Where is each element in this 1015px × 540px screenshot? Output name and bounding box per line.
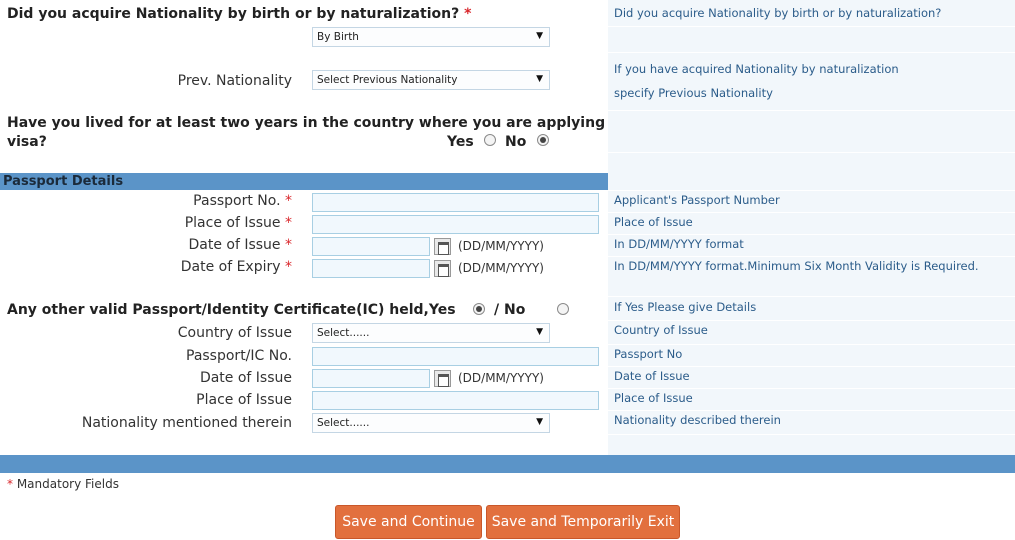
required-marker: * bbox=[285, 215, 292, 231]
help-divider bbox=[608, 366, 1015, 367]
help-other-passport: If Yes Please give Details bbox=[614, 300, 757, 314]
help-prev-nationality-2: specify Previous Nationality bbox=[614, 86, 773, 100]
calendar-icon[interactable] bbox=[434, 238, 451, 255]
help-nationality-therein: Nationality described therein bbox=[614, 413, 781, 427]
passport-section-header: Passport Details bbox=[0, 173, 608, 190]
other-date-of-issue-input[interactable] bbox=[312, 369, 430, 388]
lived-yes-label: Yes bbox=[447, 134, 474, 150]
other-passport-no-radio[interactable] bbox=[557, 303, 569, 315]
help-divider bbox=[608, 388, 1015, 389]
place-of-issue-label-text: Place of Issue bbox=[184, 215, 281, 231]
calendar-icon[interactable] bbox=[434, 370, 451, 387]
nationality-therein-value: Select...... bbox=[317, 417, 370, 429]
date-of-expiry-label-text: Date of Expiry bbox=[180, 259, 281, 275]
help-passport-no: Applicant's Passport Number bbox=[614, 193, 780, 207]
place-of-issue-label: Place of Issue * bbox=[0, 215, 292, 231]
help-other-place-of-issue: Place of Issue bbox=[614, 391, 693, 405]
lived-no-label: No bbox=[505, 134, 527, 150]
nationality-therein-label: Nationality mentioned therein bbox=[81, 415, 292, 431]
help-divider bbox=[608, 434, 1015, 435]
date-of-issue-input[interactable] bbox=[312, 237, 430, 256]
passport-no-label: Passport No. * bbox=[0, 193, 292, 209]
other-place-of-issue-input[interactable] bbox=[312, 391, 599, 410]
nationality-type-select[interactable]: By Birth ▼ bbox=[312, 27, 550, 47]
lived-no-radio[interactable] bbox=[537, 134, 549, 146]
other-passport-no-label: / No bbox=[494, 302, 526, 318]
passport-no-input[interactable] bbox=[312, 193, 599, 212]
help-divider bbox=[608, 234, 1015, 235]
help-divider bbox=[608, 190, 1015, 191]
other-passport-yes-radio[interactable] bbox=[473, 303, 485, 315]
help-place-of-issue: Place of Issue bbox=[614, 215, 693, 229]
required-marker: * bbox=[285, 193, 292, 209]
help-divider bbox=[608, 152, 1015, 153]
required-marker: * bbox=[285, 237, 292, 253]
help-nationality: Did you acquire Nationality by birth or … bbox=[614, 6, 942, 20]
help-prev-nationality-1: If you have acquired Nationality by natu… bbox=[614, 62, 899, 76]
passport-section-title: Passport Details bbox=[3, 174, 124, 189]
required-marker: * bbox=[7, 477, 13, 491]
lived-yes-radio[interactable] bbox=[484, 134, 496, 146]
date-of-expiry-label: Date of Expiry * bbox=[0, 259, 292, 275]
help-date-of-issue: In DD/MM/YYYY format bbox=[614, 237, 744, 251]
required-marker: * bbox=[285, 259, 292, 275]
date-of-expiry-format: (DD/MM/YYYY) bbox=[458, 261, 544, 275]
nationality-type-value: By Birth bbox=[317, 31, 359, 43]
country-of-issue-value: Select...... bbox=[317, 327, 370, 339]
prev-nationality-value: Select Previous Nationality bbox=[317, 74, 458, 86]
dropdown-arrow-icon: ▼ bbox=[536, 31, 543, 41]
passport-no-label-text: Passport No. bbox=[193, 193, 281, 209]
lived-question-line1: Have you lived for at least two years in… bbox=[7, 115, 606, 131]
save-continue-button[interactable]: Save and Continue bbox=[335, 505, 482, 539]
place-of-issue-input[interactable] bbox=[312, 215, 599, 234]
form-footer-bar bbox=[0, 455, 1015, 473]
country-of-issue-select[interactable]: Select...... ▼ bbox=[312, 323, 550, 343]
date-of-issue-label-text: Date of Issue bbox=[188, 237, 281, 253]
help-date-of-expiry: In DD/MM/YYYY format.Minimum Six Month V… bbox=[614, 259, 979, 273]
help-divider bbox=[608, 320, 1015, 321]
calendar-icon[interactable] bbox=[434, 260, 451, 277]
help-divider bbox=[608, 110, 1015, 111]
lived-question-line2: visa? bbox=[7, 134, 47, 150]
other-passport-question: Any other valid Passport/Identity Certif… bbox=[7, 302, 456, 318]
other-date-of-issue-label: Date of Issue bbox=[199, 370, 292, 386]
dropdown-arrow-icon: ▼ bbox=[536, 74, 543, 84]
country-of-issue-label: Country of Issue bbox=[177, 325, 292, 341]
date-of-issue-format: (DD/MM/YYYY) bbox=[458, 239, 544, 253]
passport-ic-no-input[interactable] bbox=[312, 347, 599, 366]
help-country-of-issue: Country of Issue bbox=[614, 323, 708, 337]
date-of-expiry-input[interactable] bbox=[312, 259, 430, 278]
date-of-issue-label: Date of Issue * bbox=[0, 237, 292, 253]
mandatory-note: * Mandatory Fields bbox=[7, 477, 119, 491]
save-exit-button[interactable]: Save and Temporarily Exit bbox=[486, 505, 680, 539]
passport-ic-no-label: Passport/IC No. bbox=[186, 348, 292, 364]
mandatory-note-text: Mandatory Fields bbox=[16, 477, 119, 491]
nationality-question: Did you acquire Nationality by birth or … bbox=[7, 6, 471, 22]
help-other-date-of-issue: Date of Issue bbox=[614, 369, 690, 383]
required-marker: * bbox=[464, 6, 472, 22]
prev-nationality-label: Prev. Nationality bbox=[177, 73, 292, 89]
help-divider bbox=[608, 212, 1015, 213]
prev-nationality-select[interactable]: Select Previous Nationality ▼ bbox=[312, 70, 550, 90]
dropdown-arrow-icon: ▼ bbox=[536, 327, 543, 337]
other-date-of-issue-format: (DD/MM/YYYY) bbox=[458, 371, 544, 385]
help-passport-ic-no: Passport No bbox=[614, 347, 683, 361]
nationality-question-text: Did you acquire Nationality by birth or … bbox=[7, 6, 460, 22]
dropdown-arrow-icon: ▼ bbox=[536, 417, 543, 427]
help-divider bbox=[608, 52, 1015, 53]
help-divider bbox=[608, 256, 1015, 257]
other-place-of-issue-label: Place of Issue bbox=[196, 392, 292, 408]
nationality-therein-select[interactable]: Select...... ▼ bbox=[312, 413, 550, 433]
help-divider bbox=[608, 410, 1015, 411]
help-divider bbox=[608, 26, 1015, 27]
help-divider bbox=[608, 344, 1015, 345]
help-divider bbox=[608, 296, 1015, 297]
